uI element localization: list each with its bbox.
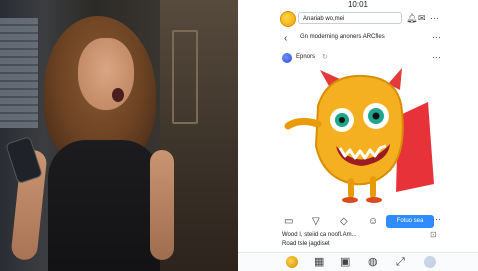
held-phone (6, 137, 42, 183)
post-toolbar: ‹ Gn moderning anoners ARCfles ⋯ (238, 32, 478, 46)
right-arm (150, 150, 174, 260)
status-time: 10:01 (347, 0, 369, 9)
open-mouth (112, 88, 124, 102)
globe-icon[interactable]: ◍ (368, 256, 378, 268)
follow-button[interactable]: Fotuo sea (386, 215, 434, 228)
emoji-icon[interactable]: ☺ (368, 216, 378, 228)
post-artwork[interactable] (278, 66, 438, 208)
more-icon[interactable]: ⋯ (432, 52, 441, 63)
comment-icon[interactable]: ⊡ (430, 230, 437, 239)
search-input[interactable]: Anariab wo,mei (298, 12, 402, 24)
profile-circle[interactable] (424, 256, 436, 268)
verified-icon: ↻ (322, 54, 328, 61)
window-blinds (0, 18, 38, 128)
post-breadcrumb: Gn moderning anoners ARCfles (300, 34, 385, 40)
left-leg (348, 178, 354, 198)
bottom-nav: ▦ ▣ ◍ ⤢ (238, 252, 478, 271)
bookmark-icon[interactable]: ▭ (284, 216, 293, 228)
left-pupil (339, 117, 345, 123)
heart-icon[interactable]: ◇ (340, 216, 348, 228)
post-author: Epnors ↻ ⋯ (238, 52, 478, 66)
left-foot (342, 197, 358, 203)
messages-icon[interactable]: ✉ (418, 13, 426, 23)
status-bar: 10:01 (238, 0, 478, 10)
send-icon[interactable]: ▽ (312, 216, 320, 228)
face (78, 38, 134, 110)
post-actions: ▭ ▽ ◇ ☺ Fotuo sea ⋯ (238, 214, 478, 230)
more-icon[interactable]: ⋯ (432, 214, 441, 225)
author-avatar[interactable] (282, 53, 292, 63)
profile-avatar[interactable] (280, 11, 296, 27)
right-leg (370, 176, 376, 198)
caption-line-1: Wood I, steiid ca noofl.Am... (282, 232, 357, 238)
right-pupil (372, 112, 380, 120)
more-icon[interactable]: ⋯ (432, 32, 441, 43)
more-icon[interactable]: ⋯ (430, 13, 439, 23)
video-still-woman-surprised (0, 0, 238, 271)
phone-screen: 10:01 Anariab wo,mei 🔔︎ ✉ ⋯ ‹ Gn moderni… (238, 0, 478, 271)
video-icon[interactable]: ▣ (340, 256, 350, 268)
chevron-left-icon[interactable]: ‹ (284, 33, 287, 44)
caption-line-2: Road tsle jagdiset (282, 241, 330, 247)
monster-body (314, 74, 404, 186)
bell-icon[interactable]: 🔔︎ (406, 13, 417, 23)
black-top (48, 140, 160, 271)
expand-icon[interactable]: ⤢ (396, 256, 405, 268)
library-icon[interactable]: ▦ (314, 256, 324, 268)
author-name[interactable]: Epnors (296, 54, 315, 60)
right-foot (366, 197, 382, 203)
app-header: Anariab wo,mei 🔔︎ ✉ ⋯ (238, 10, 478, 28)
monster-arm (284, 117, 322, 130)
profile-avatar[interactable] (286, 256, 298, 268)
